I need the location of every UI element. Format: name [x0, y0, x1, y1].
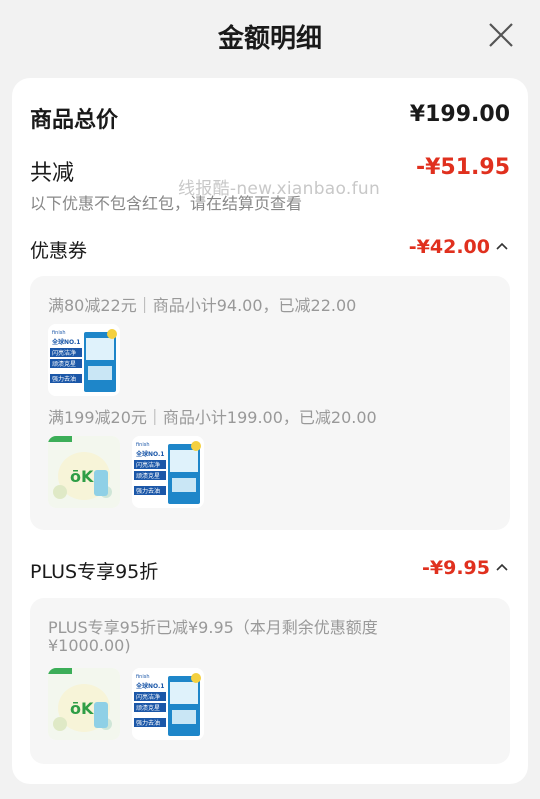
reduction-value: -¥51.95 — [415, 155, 510, 180]
svg-text:finish: finish — [136, 442, 149, 448]
header: 金额明细 — [0, 0, 540, 78]
total-label: 商品总价 — [30, 108, 119, 133]
coupon-row[interactable]: 优惠券 -¥42.00 — [30, 236, 510, 264]
svg-text:顽渍克星: 顽渍克星 — [52, 360, 76, 368]
chevron-up-icon[interactable] — [496, 239, 508, 255]
svg-text:全球NO.1: 全球NO.1 — [135, 682, 164, 690]
coupon-value: -¥42.00 — [408, 236, 490, 258]
svg-text:顽渍克星: 顽渍克星 — [136, 704, 160, 712]
plus-desc-line1: PLUS专享95折已减¥9.95（本月剩余优惠额度 — [48, 618, 378, 637]
plus-detail-panel: PLUS专享95折已减¥9.95（本月剩余优惠额度 ¥1000.00) ōKa … — [30, 598, 510, 764]
product-thumb-oka[interactable]: ōKa — [48, 668, 120, 740]
total-value: ¥199.00 — [409, 102, 510, 127]
coupon-label: 优惠券 — [30, 240, 88, 262]
reduction-note: 以下优惠不包含红包，请在结算页查看 — [30, 194, 303, 213]
svg-text:顽渍克星: 顽渍克星 — [136, 472, 160, 480]
page-title: 金额明细 — [217, 24, 322, 54]
total-row: 商品总价 ¥199.00 — [30, 102, 510, 133]
product-thumb-finish[interactable]: finish 全球NO.1 闪亮洁净 顽渍克星 强力去油 — [132, 668, 204, 740]
close-icon[interactable] — [486, 20, 516, 50]
product-thumb-finish-2[interactable]: finish 全球NO.1 闪亮洁净 顽渍克星 强力去油 — [132, 436, 204, 508]
svg-text:强力去油: 强力去油 — [52, 375, 76, 383]
svg-text:强力去油: 强力去油 — [136, 487, 160, 495]
chevron-up-icon[interactable] — [496, 560, 508, 576]
plus-label: PLUS专享95折 — [30, 561, 159, 583]
coupon-detail-panel: 满80减22元｜商品小计94.00，已减22.00 finish 全球NO.1 … — [30, 276, 510, 530]
svg-text:强力去油: 强力去油 — [136, 719, 160, 727]
svg-text:闪亮洁净: 闪亮洁净 — [136, 461, 160, 469]
product-thumb-oka[interactable]: ōKa — [48, 436, 120, 508]
amount-detail-card: 商品总价 ¥199.00 共减 -¥51.95 线报酷-new.xianbao.… — [12, 78, 528, 784]
coupon-rule-1: 满80减22元｜商品小计94.00，已减22.00 — [48, 296, 357, 315]
reduction-label: 共减 — [30, 161, 75, 186]
plus-row[interactable]: PLUS专享95折 -¥9.95 — [30, 557, 510, 585]
svg-text:全球NO.1: 全球NO.1 — [51, 338, 80, 346]
plus-value: -¥9.95 — [422, 557, 490, 579]
svg-text:finish: finish — [52, 330, 65, 336]
svg-text:闪亮洁净: 闪亮洁净 — [52, 349, 76, 357]
svg-text:finish: finish — [136, 674, 149, 680]
svg-text:闪亮洁净: 闪亮洁净 — [136, 693, 160, 701]
coupon-rule-2: 满199减20元｜商品小计199.00，已减20.00 — [48, 408, 377, 427]
plus-desc-line2: ¥1000.00) — [48, 636, 131, 655]
product-thumb-finish[interactable]: finish 全球NO.1 闪亮洁净 顽渍克星 强力去油 — [48, 324, 120, 396]
svg-text:全球NO.1: 全球NO.1 — [135, 450, 164, 458]
